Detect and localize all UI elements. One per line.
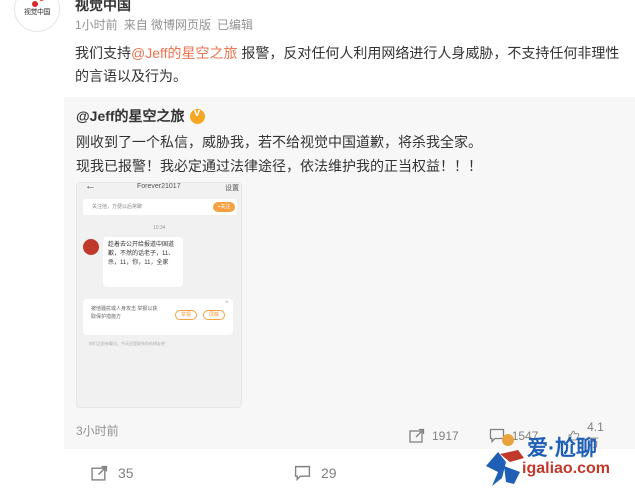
- retweet-text: 刚收到了一个私信，威胁我，若不给视觉中国道歉，将杀我全家。 现我已报警！我必定通…: [76, 130, 626, 178]
- retweet-author[interactable]: @Jeff的星空之旅: [76, 106, 185, 126]
- screenshot-message-bubble: 趁着去公开给报道中国道歉，不然的话老子，11、杀，11，你，11，全家: [103, 237, 183, 287]
- retweet-share-stat[interactable]: 1917: [409, 428, 459, 443]
- screenshot-report-card: 被他骚扰或人身攻击 举报以获取保护措施方 举报 屏蔽 ×: [83, 299, 233, 335]
- comment-button[interactable]: 29: [294, 465, 337, 481]
- post-source: 来自 微博网页版: [123, 18, 212, 32]
- logo-dot: [39, 0, 44, 1]
- screenshot-title: Forever21017: [137, 183, 181, 190]
- watermark-title: 爱·尬聊: [527, 437, 597, 460]
- post-time[interactable]: 1小时前: [75, 18, 118, 32]
- site-watermark: 爱·尬聊 igaliao.com: [484, 432, 634, 490]
- attached-screenshot-image[interactable]: ← Forever21017 设置 关注他，方便以后常聊 +关注 10:34 趁…: [76, 182, 242, 408]
- retweet-author-row: @Jeff的星空之旅: [76, 106, 205, 126]
- screenshot-footer: 你们之前有聊过。今天还是联系你的朋友吧: [89, 341, 165, 346]
- screenshot-header: ← Forever21017 设置: [77, 183, 241, 197]
- author-avatar[interactable]: 视觉中国: [14, 0, 60, 32]
- edited-label[interactable]: 已编辑: [217, 18, 253, 32]
- share-count: 35: [118, 465, 134, 481]
- retweet-line-1: 刚收到了一个私信，威胁我，若不给视觉中国道歉，将杀我全家。: [76, 134, 482, 150]
- retweet-line-2: 现我已报警！我必定通过法律途径，依法维护我的正当权益！！！: [76, 158, 482, 174]
- share-icon: [91, 465, 108, 481]
- watermark-url: igaliao.com: [522, 460, 611, 477]
- screenshot-follow-button: +关注: [213, 202, 235, 212]
- post-meta: 1小时前 来自 微博网页版 已编辑: [75, 16, 259, 33]
- comment-icon: [294, 465, 311, 481]
- post-text-before: 我们支持: [75, 45, 131, 61]
- screenshot-settings: 设置: [225, 185, 239, 192]
- avatar-logo-text: 视觉中国: [24, 8, 51, 16]
- share-icon: [409, 428, 425, 443]
- screenshot-back-icon: ←: [85, 182, 96, 192]
- verified-badge-icon: [189, 107, 205, 124]
- screenshot-close-icon: ×: [225, 300, 229, 306]
- screenshot-follow-bar: 关注他，方便以后常聊 +关注: [83, 199, 237, 215]
- mention-link[interactable]: @Jeff的星空之旅: [131, 45, 238, 61]
- screenshot-time: 10:34: [153, 225, 166, 231]
- screenshot-sender-avatar: [83, 239, 99, 255]
- screenshot-report-text: 被他骚扰或人身攻击 举报以获取保护措施方: [91, 306, 158, 320]
- comment-count: 29: [321, 465, 337, 481]
- post-text: 我们支持@Jeff的星空之旅 报警，反对任何人利用网络进行人身威胁，不支持任何非…: [75, 42, 623, 88]
- share-button[interactable]: 35: [91, 465, 134, 481]
- screenshot-block-button: 屏蔽: [203, 310, 225, 320]
- retweet-box[interactable]: @Jeff的星空之旅 刚收到了一个私信，威胁我，若不给视觉中国道歉，将杀我全家。…: [64, 97, 635, 450]
- author-name[interactable]: 视觉中国: [75, 0, 131, 15]
- weibo-post-card: 视觉中国 视觉中国 1小时前 来自 微博网页版 已编辑 我们支持@Jeff的星空之旅…: [0, 0, 635, 497]
- retweet-time[interactable]: 3小时前: [76, 422, 119, 439]
- screenshot-follow-hint: 关注他，方便以后常聊: [92, 204, 143, 210]
- retweet-share-count: 1917: [432, 428, 459, 443]
- screenshot-report-button: 举报: [175, 310, 197, 320]
